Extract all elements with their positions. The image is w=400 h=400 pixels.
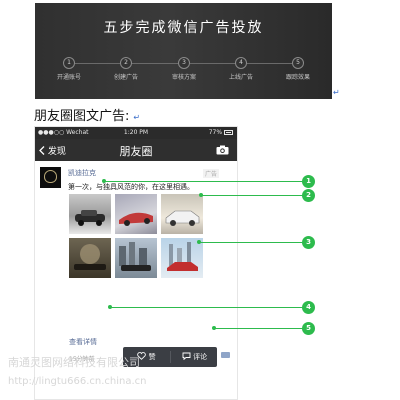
car-image: [165, 210, 200, 226]
step-3: 3 审核方案: [159, 57, 209, 81]
battery-percent: 77%: [208, 129, 223, 136]
view-details-link[interactable]: 查看详情: [69, 337, 97, 347]
callout-line: [199, 242, 305, 243]
brand-emblem-icon: [44, 170, 57, 183]
callout-5: 5: [302, 322, 315, 335]
callout-4: 4: [302, 301, 315, 314]
step-label: 审核方案: [171, 74, 196, 81]
post-text: 第一次，与独具风范的你，在这里相遇。: [68, 183, 194, 191]
comment-icon: [182, 352, 191, 361]
step-label: 跟踪效果: [285, 74, 310, 81]
banner-title: 五步完成微信广告投放: [103, 20, 264, 36]
watermark-company: 南通灵图网络科技有限公司: [8, 356, 140, 369]
step-4: 4 上线广告: [216, 57, 266, 81]
step-5: 5 跟踪效果: [273, 57, 323, 81]
camera-icon[interactable]: [216, 145, 229, 155]
ad-tag[interactable]: 广告: [203, 169, 220, 178]
callout-line: [214, 328, 305, 329]
like-label: 赞: [148, 353, 156, 361]
car-photo[interactable]: [69, 238, 111, 278]
car-image: [167, 242, 198, 271]
avatar[interactable]: [40, 167, 61, 188]
callout-3: 3: [302, 236, 315, 249]
tutorial-banner: 五步完成微信广告投放 1 开通账号 2 创建广告 3 审核方案 4 上线广告 5…: [35, 3, 332, 99]
step-label: 开通账号: [56, 74, 81, 81]
car-photo[interactable]: [115, 238, 157, 278]
author-name[interactable]: 凯迪拉克: [68, 168, 96, 178]
step-number: 5: [292, 57, 304, 69]
battery-indicator: 77%: [209, 129, 233, 136]
comment-label: 评论: [193, 353, 208, 361]
status-time: 1:20 PM: [123, 129, 149, 136]
callout-line: [104, 181, 305, 182]
nav-title: 朋友圈: [119, 145, 153, 158]
comment-button[interactable]: 评论: [171, 347, 218, 367]
step-label: 创建广告: [113, 74, 138, 81]
car-photo[interactable]: [115, 194, 157, 234]
nav-bar: 发现 朋友圈: [35, 139, 237, 161]
return-mark-icon: ↵: [133, 113, 141, 122]
step-number: 1: [63, 57, 75, 69]
car-photo[interactable]: [161, 194, 203, 234]
car-image: [119, 212, 153, 226]
step-number: 4: [235, 57, 247, 69]
step-label: 上线广告: [228, 74, 253, 81]
return-mark-icon: ↵: [333, 88, 340, 97]
battery-icon: [224, 130, 233, 135]
callout-line: [110, 307, 305, 308]
more-options-icon[interactable]: [221, 352, 230, 358]
section-heading: 朋友圈图文广告: ↵: [34, 105, 140, 124]
car-image: [74, 244, 106, 270]
callout-2: 2: [302, 189, 315, 202]
car-photo[interactable]: [161, 238, 203, 278]
car-image: [75, 210, 105, 226]
callout-1: 1: [302, 175, 315, 188]
step-1: 1 开通账号: [44, 57, 94, 81]
callout-line: [201, 195, 305, 196]
status-bar: ●●●○○ Wechat 1:20 PM 77%: [35, 127, 237, 139]
car-photo[interactable]: [69, 194, 111, 234]
step-number: 2: [120, 57, 132, 69]
step-2: 2 创建广告: [101, 57, 151, 81]
step-number: 3: [178, 57, 190, 69]
car-image: [119, 242, 151, 271]
section-heading-text: 朋友圈图文广告:: [34, 109, 130, 124]
watermark-url: http://lingtu666.cn.china.cn: [8, 376, 147, 387]
